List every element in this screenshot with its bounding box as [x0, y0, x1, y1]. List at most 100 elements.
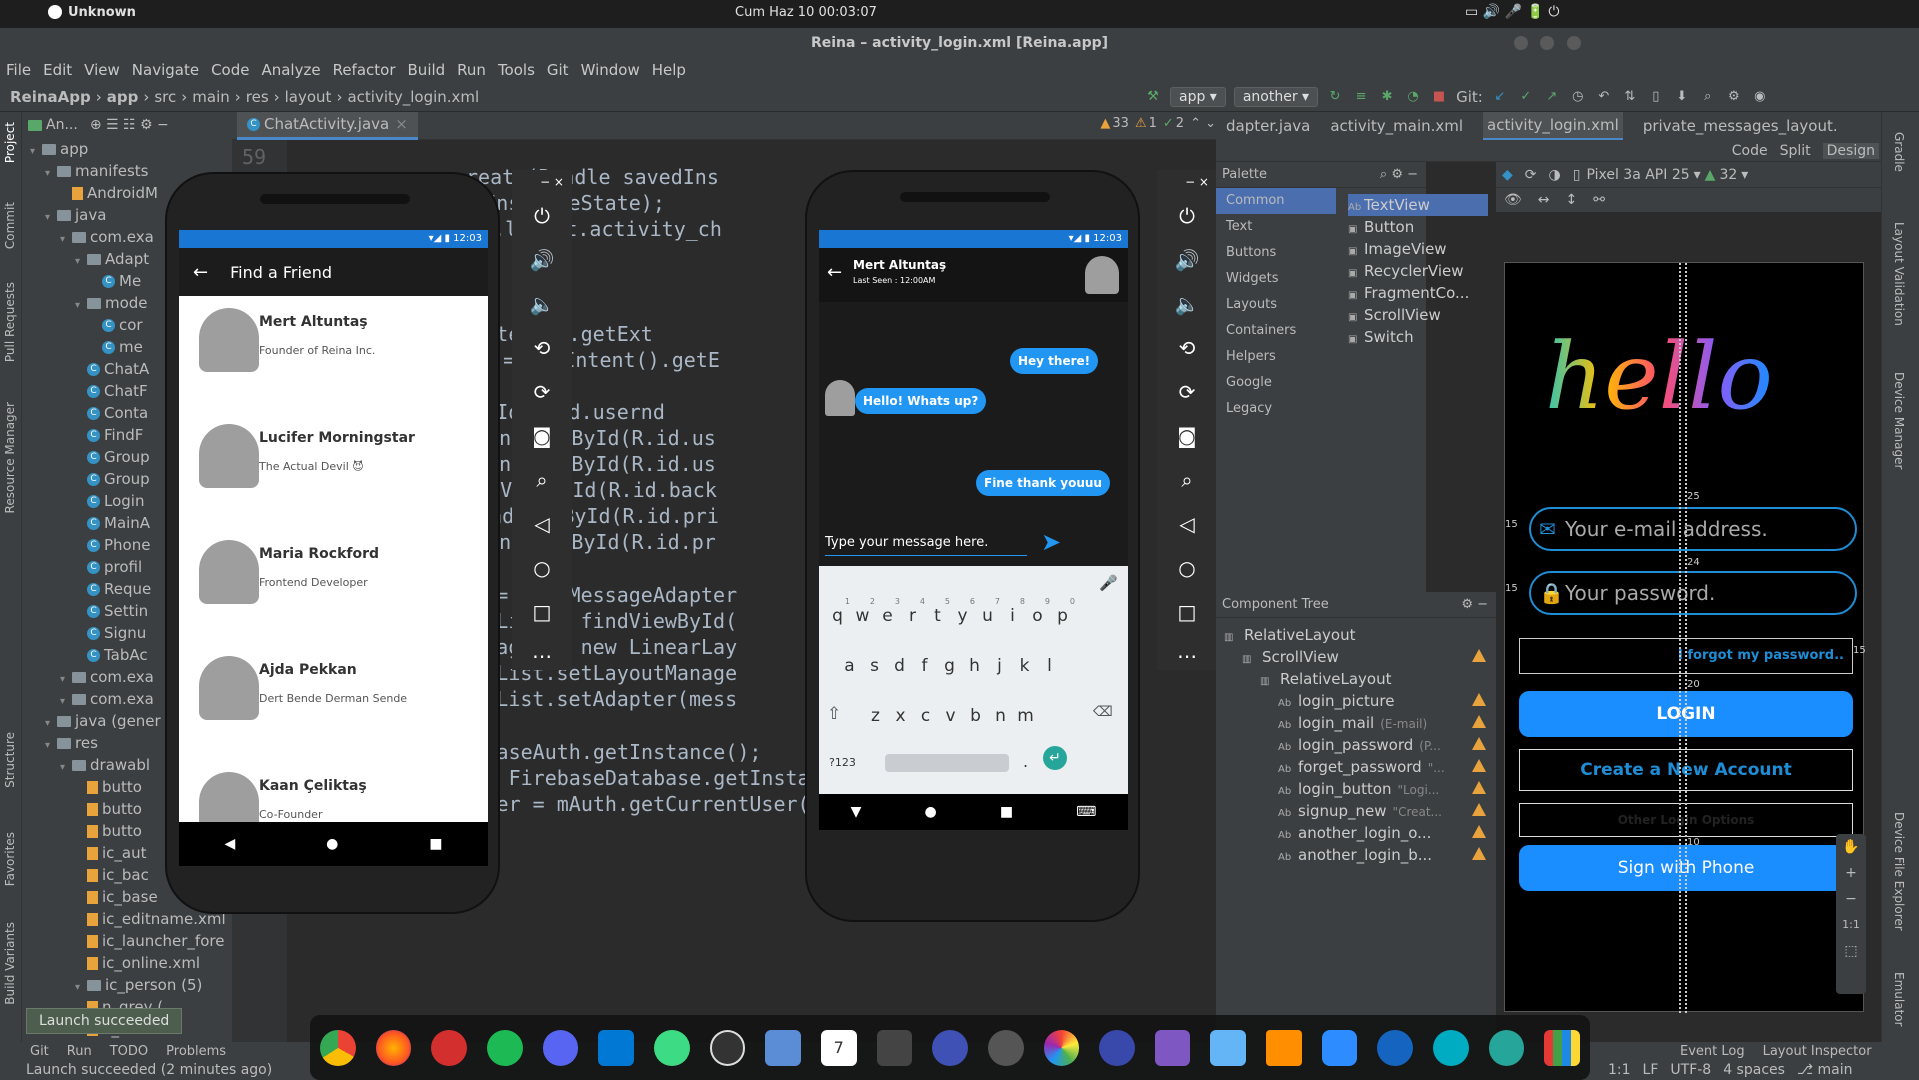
device-select[interactable]: Pixel 3a API 25: [1586, 167, 1689, 183]
palette-widget[interactable]: ▣ Switch: [1348, 326, 1488, 348]
key-u[interactable]: u: [975, 606, 1000, 626]
menu-file[interactable]: File: [6, 61, 31, 79]
enter-key[interactable]: ↵: [1043, 746, 1067, 770]
tool-emulator[interactable]: Emulator: [1892, 972, 1906, 1027]
tool-project[interactable]: Project: [3, 122, 17, 163]
key-k[interactable]: k: [1012, 656, 1037, 676]
github-icon[interactable]: [709, 1029, 746, 1066]
overview-icon[interactable]: □: [1157, 590, 1217, 634]
android-studio-icon[interactable]: [653, 1029, 690, 1066]
nav-home-icon[interactable]: ●: [326, 836, 338, 852]
baseline-icon[interactable]: ↕: [1566, 192, 1578, 208]
nav-hide-keyboard-icon[interactable]: ▼: [851, 804, 862, 820]
key-d[interactable]: d: [887, 656, 912, 676]
project-tree-item[interactable]: ▾ ic_person (5): [22, 974, 232, 996]
palette-category[interactable]: Layouts: [1216, 292, 1336, 318]
palette-category[interactable]: Text: [1216, 214, 1336, 240]
palette-category[interactable]: Containers: [1216, 318, 1336, 344]
mic-icon[interactable]: 🎤: [1099, 574, 1118, 592]
breadcrumb-layout[interactable]: layout: [285, 88, 332, 106]
login-picture[interactable]: hello: [1545, 323, 1773, 430]
avatar-icon[interactable]: ◉: [1752, 89, 1768, 105]
tab-activity-login[interactable]: activity_login.xml: [1483, 111, 1623, 141]
stop-icon[interactable]: ■: [1431, 89, 1447, 105]
expand-arrow-icon[interactable]: ▾: [45, 735, 57, 754]
palette-category[interactable]: Buttons: [1216, 240, 1336, 266]
tab-private-messages[interactable]: private_messages_layout.: [1643, 117, 1838, 135]
discord-icon[interactable]: [542, 1029, 579, 1066]
menu-refactor[interactable]: Refactor: [333, 61, 396, 79]
nav-back-icon[interactable]: ◀: [224, 836, 235, 852]
expand-arrow-icon[interactable]: ▾: [30, 141, 42, 160]
menu-tools[interactable]: Tools: [498, 61, 535, 79]
warning-icon[interactable]: [1472, 737, 1486, 750]
backspace-key[interactable]: ⌫: [1093, 704, 1113, 720]
profile-icon[interactable]: ◔: [1405, 89, 1421, 105]
volume-down-icon[interactable]: 🔈: [512, 282, 572, 326]
menu-build[interactable]: Build: [408, 61, 446, 79]
power-icon[interactable]: ⏻: [1157, 194, 1217, 238]
menu-run[interactable]: Run: [457, 61, 486, 79]
device-icon[interactable]: ▯: [1573, 167, 1581, 183]
palette-widget[interactable]: ▣ ImageView: [1348, 238, 1488, 260]
sdk-manager-icon[interactable]: ⬇: [1674, 89, 1690, 105]
warning-icon[interactable]: [1472, 649, 1486, 662]
breadcrumb-project[interactable]: ReinaApp: [10, 88, 91, 106]
photos-icon[interactable]: [1043, 1029, 1080, 1066]
key-w[interactable]: w: [850, 606, 875, 626]
app-icon-generic[interactable]: [1433, 1029, 1469, 1066]
mode-design[interactable]: Design: [1822, 142, 1879, 159]
warning-icon[interactable]: [1472, 825, 1486, 838]
layout-preview[interactable]: hello ✉ Your e-mail address. 🔒 Your passwo…: [1504, 262, 1866, 1013]
hammer-icon[interactable]: ⚒: [1145, 89, 1161, 105]
app-grid-icon[interactable]: [1544, 1029, 1581, 1066]
warning-icon[interactable]: [1472, 781, 1486, 794]
margin-icon[interactable]: ↔: [1538, 192, 1550, 208]
git-commit-icon[interactable]: ✓: [1518, 89, 1534, 105]
screenshot-icon[interactable]: ◙: [1157, 414, 1217, 458]
warning-icon[interactable]: [1472, 803, 1486, 816]
menu-view[interactable]: View: [84, 61, 120, 79]
terminal-icon[interactable]: [876, 1029, 913, 1066]
key-z[interactable]: z: [863, 706, 888, 726]
system-tray-icons[interactable]: ▭ 🔊 🎤 🔋 ⏻: [1465, 4, 1559, 20]
inspection-widget[interactable]: ▲ 33 ⚠ 1 ✓ 2 ⌃ ⌄: [1100, 116, 1216, 131]
search-icon[interactable]: ⌕: [1700, 89, 1716, 105]
zoom-app-icon[interactable]: [1321, 1029, 1358, 1066]
tool-commit[interactable]: Commit: [3, 202, 17, 249]
menu-git[interactable]: Git: [547, 61, 569, 79]
shift-key[interactable]: ⇧: [827, 704, 841, 724]
key-i[interactable]: i: [1000, 606, 1025, 626]
palette-widget[interactable]: ▣ Button: [1348, 216, 1488, 238]
warning-icon[interactable]: [1472, 759, 1486, 772]
key-j[interactable]: j: [987, 656, 1012, 676]
spotify-icon[interactable]: [486, 1029, 523, 1066]
component-tree-item[interactable]: ▥ RelativeLayout: [1216, 624, 1496, 646]
tool-device-manager[interactable]: Device Manager: [1892, 372, 1906, 469]
key-b[interactable]: b: [963, 706, 988, 726]
palette-widget[interactable]: ▣ RecyclerView: [1348, 260, 1488, 282]
device-mirror-icon[interactable]: ▯: [1648, 89, 1664, 105]
expand-arrow-icon[interactable]: ▾: [45, 207, 57, 226]
back-arrow-icon[interactable]: ←: [193, 262, 208, 283]
nav-recents-icon[interactable]: ■: [429, 836, 442, 852]
palette-widget[interactable]: Ab TextView: [1348, 194, 1488, 216]
palette-search-icon[interactable]: ⌕ ⚙ −: [1380, 167, 1418, 182]
zoom-in-button[interactable]: +: [1836, 860, 1866, 886]
firefox-icon[interactable]: [375, 1029, 412, 1066]
close-icon[interactable]: ×: [395, 115, 408, 133]
tool-problems[interactable]: Problems: [166, 1044, 226, 1059]
opera-icon[interactable]: [431, 1029, 467, 1066]
key-m[interactable]: m: [1013, 706, 1038, 726]
launch-toast[interactable]: Launch succeeded: [26, 1008, 183, 1034]
tool-structure[interactable]: Structure: [3, 732, 17, 788]
emulator-window-controls[interactable]: − ×: [1157, 170, 1217, 194]
key-v[interactable]: v: [938, 706, 963, 726]
contact-item[interactable]: Kaan Çeliktaş Co-Founder: [179, 760, 488, 822]
chrome-icon[interactable]: [319, 1029, 356, 1066]
volume-up-icon[interactable]: 🔊: [512, 238, 572, 282]
key-q[interactable]: q: [825, 606, 850, 626]
window-controls[interactable]: [1510, 36, 1585, 54]
component-tree-item[interactable]: Ab signup_new "Creat...: [1216, 800, 1496, 822]
image-viewer-icon[interactable]: [1210, 1029, 1247, 1066]
